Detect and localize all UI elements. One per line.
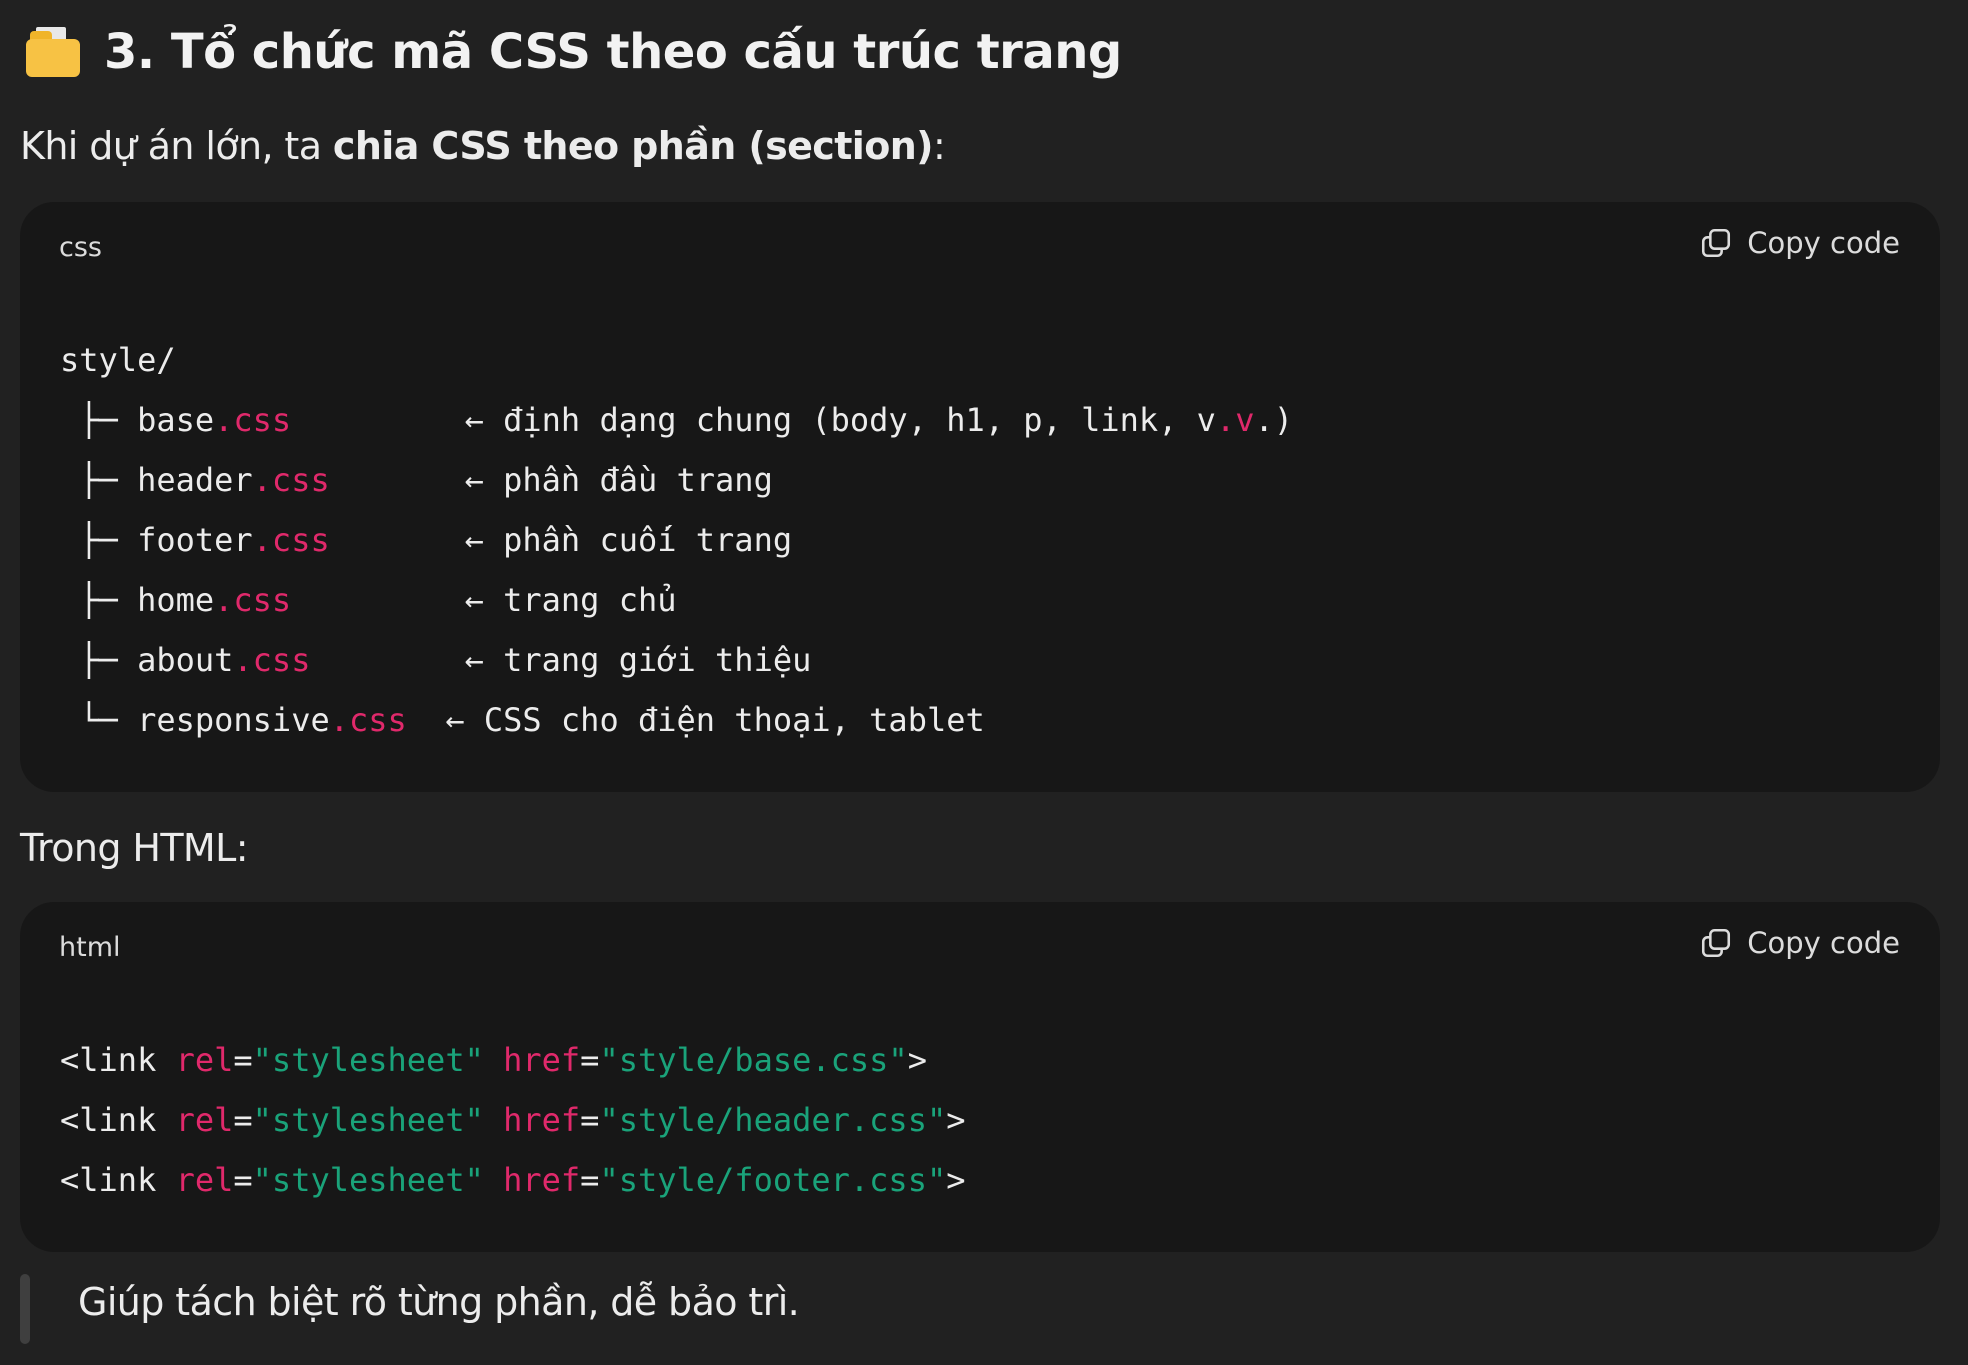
heading-text: 3. Tổ chức mã CSS theo cấu trúc trang: [104, 24, 1122, 80]
trong-html-paragraph: Trong HTML:: [20, 826, 249, 870]
code-line: style/: [60, 341, 176, 379]
code-line: ├─ about.css ← trang giới thiệu: [60, 641, 812, 679]
card-index-dividers-icon: [26, 27, 80, 77]
copy-code-label: Copy code: [1747, 926, 1900, 960]
intro-prefix: Khi dự án lớn, ta: [20, 124, 333, 168]
blockquote-text: Giúp tách biệt rõ từng phần, dễ bảo trì.: [78, 1280, 800, 1324]
intro-bold: chia CSS theo phần (section): [332, 124, 934, 168]
copy-icon: [1702, 228, 1731, 258]
code-line: ├─ base.css ← định dạng chung (body, h1,…: [60, 401, 1293, 439]
code-content: <link rel="stylesheet" href="style/base.…: [60, 1030, 965, 1210]
code-line: <link rel="stylesheet" href="style/heade…: [60, 1101, 966, 1139]
copy-icon: [1702, 928, 1731, 958]
copy-code-button[interactable]: Copy code: [1699, 926, 1900, 960]
intro-paragraph: Khi dự án lớn, ta chia CSS theo phần (se…: [20, 124, 946, 168]
section-heading: 3. Tổ chức mã CSS theo cấu trúc trang: [26, 24, 1122, 80]
chat-message: 3. Tổ chức mã CSS theo cấu trúc trang Kh…: [0, 0, 1968, 1365]
intro-suffix: :: [932, 124, 946, 168]
code-language-label: css: [59, 232, 102, 263]
copy-code-button[interactable]: Copy code: [1699, 226, 1900, 260]
blockquote-bar: [20, 1274, 30, 1344]
code-line: └─ responsive.css ← CSS cho điện thoại, …: [60, 701, 985, 739]
code-block-css: css Copy code style/ ├─ base.css ← định …: [20, 202, 1940, 792]
copy-code-label: Copy code: [1747, 226, 1900, 260]
code-line: ├─ header.css ← phần đầu trang: [60, 461, 773, 499]
code-line: ├─ footer.css ← phần cuối trang: [60, 521, 793, 559]
code-line: <link rel="stylesheet" href="style/base.…: [60, 1041, 927, 1079]
code-line: <link rel="stylesheet" href="style/foote…: [60, 1161, 966, 1199]
code-language-label: html: [59, 932, 121, 963]
code-content: style/ ├─ base.css ← định dạng chung (bo…: [60, 330, 1293, 750]
code-block-html: html Copy code <link rel="stylesheet" hr…: [20, 902, 1940, 1252]
code-line: ├─ home.css ← trang chủ: [60, 581, 677, 619]
